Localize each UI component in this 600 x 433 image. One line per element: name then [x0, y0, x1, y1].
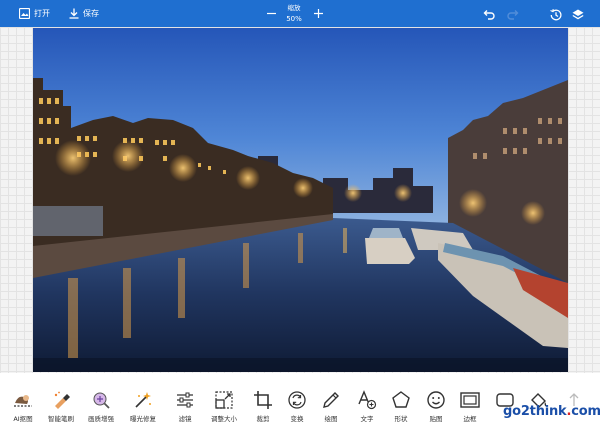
tool-resize[interactable]: 调整大小: [205, 389, 243, 423]
minus-icon: [266, 12, 276, 14]
tool-draw[interactable]: 绘图: [312, 389, 350, 423]
site-watermark: go2think.com: [503, 404, 600, 419]
ai-cutout-icon: [14, 395, 32, 407]
save-button[interactable]: 保存: [69, 0, 99, 27]
undo-icon: [483, 10, 495, 20]
quality-enhance-icon: [93, 392, 110, 409]
history-clock-icon: [550, 9, 562, 21]
tool-quality-enhance[interactable]: 画质增强: [82, 389, 120, 423]
photo-image: [33, 28, 568, 372]
download-icon: [69, 8, 79, 19]
tool-shape[interactable]: 形状: [382, 389, 420, 423]
tool-label: 裁剪: [256, 415, 270, 423]
zoom-in-button[interactable]: [311, 5, 325, 21]
tool-label: 智能笔刷: [48, 415, 74, 423]
filter-sliders-icon: [177, 392, 193, 408]
tool-label: 边框: [463, 415, 477, 423]
open-button[interactable]: 打开: [19, 0, 50, 27]
history-button[interactable]: [549, 7, 563, 21]
top-toolbar: 打开 保存 缩放 50%: [0, 0, 600, 27]
tool-ai-cutout[interactable]: AI抠图: [4, 389, 42, 423]
sticker-smiley-icon: [427, 391, 445, 409]
tool-label: 画质增强: [88, 415, 114, 423]
tool-transform[interactable]: 变换: [278, 389, 316, 423]
tool-label: 滤镜: [178, 415, 192, 423]
watermark-main: go2think: [503, 404, 567, 419]
tool-label: AI抠图: [13, 415, 33, 423]
zoom-indicator: 缩放 50%: [279, 3, 309, 24]
tool-label: 调整大小: [211, 415, 237, 423]
smart-brush-icon: [54, 391, 70, 409]
tool-label: 贴图: [429, 415, 443, 423]
canvas-area[interactable]: [0, 27, 600, 373]
redo-icon: [507, 10, 519, 20]
exposure-fix-icon: [135, 392, 151, 408]
canal-city-photo[interactable]: [33, 28, 568, 372]
tool-label: 文字: [360, 415, 374, 423]
border-frame-icon: [460, 392, 480, 408]
bottom-toolbar: AI抠图 智能笔刷 画质增强 曝光修复 滤镜 调整大小 裁剪 变换 绘图 文字 …: [0, 373, 600, 433]
zoom-label: 缩放: [287, 4, 301, 12]
tool-crop[interactable]: 裁剪: [244, 389, 282, 423]
tool-label: 绘图: [324, 415, 338, 423]
layers-button[interactable]: [571, 7, 585, 21]
tool-label: 形状: [394, 415, 408, 423]
open-image-icon: [19, 8, 30, 19]
pencil-icon: [323, 392, 339, 408]
tool-sticker[interactable]: 贴图: [417, 389, 455, 423]
tool-smart-brush[interactable]: 智能笔刷: [42, 389, 80, 423]
resize-icon: [215, 391, 233, 409]
shape-pentagon-icon: [392, 391, 410, 408]
tool-border[interactable]: 边框: [451, 389, 489, 423]
undo-button[interactable]: [482, 7, 496, 21]
text-icon: [358, 390, 377, 410]
tool-label: 变换: [290, 415, 304, 423]
layers-icon: [572, 9, 584, 20]
zoom-out-button[interactable]: [264, 5, 278, 21]
transform-icon: [288, 391, 306, 409]
watermark-tld: com: [571, 404, 600, 419]
tool-text[interactable]: 文字: [348, 389, 386, 423]
zoom-value: 50%: [286, 15, 302, 23]
redo-button[interactable]: [506, 7, 520, 21]
save-label: 保存: [83, 9, 99, 18]
tool-label: 曝光修复: [130, 415, 156, 423]
open-label: 打开: [34, 9, 50, 18]
tool-exposure-fix[interactable]: 曝光修复: [124, 389, 162, 423]
tool-filter[interactable]: 滤镜: [166, 389, 204, 423]
crop-icon: [254, 391, 272, 409]
plus-icon: [313, 8, 323, 18]
